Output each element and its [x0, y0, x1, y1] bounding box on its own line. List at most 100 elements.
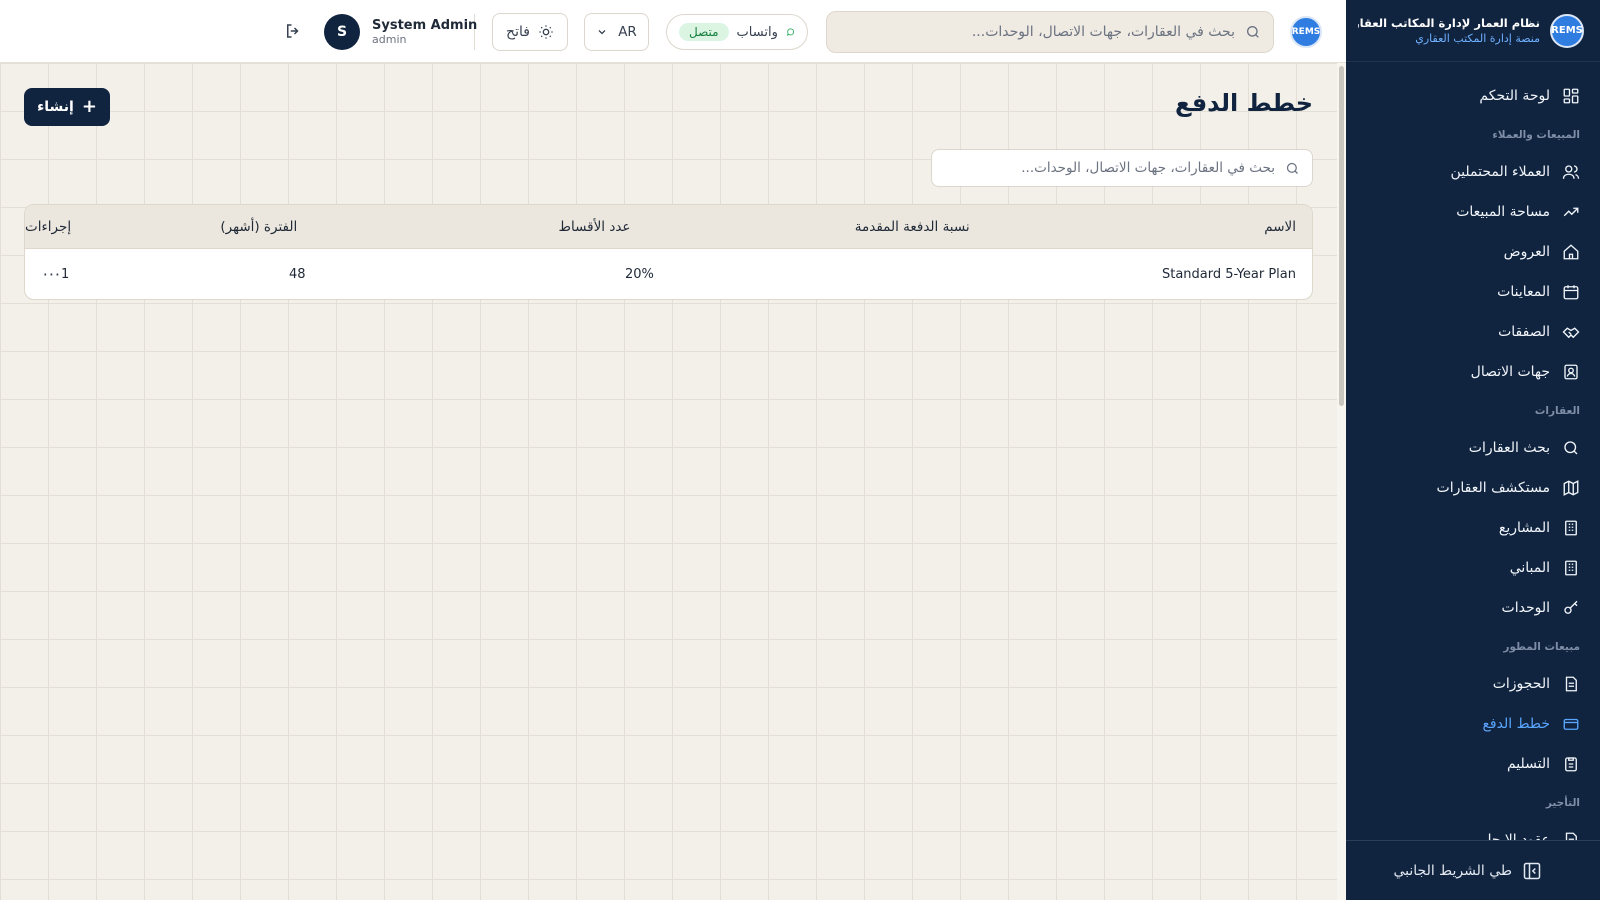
clipboard-icon [1565, 757, 1577, 772]
sidebar-item-reservations[interactable]: الحجوزات [1358, 664, 1580, 704]
sidebar-section-sales: المبيعات والعملاء [1492, 129, 1580, 141]
sidebar-item-viewings[interactable]: المعاينات [1358, 272, 1580, 312]
theme-label: فاتح [506, 24, 530, 40]
search-input[interactable]: بحث في العقارات، جهات الاتصال، الوحدات..… [931, 149, 1313, 187]
collapse-label: طي الشريط الجانبي [1393, 862, 1512, 879]
sidebar-item-label: التسليم [1506, 756, 1550, 772]
cell-down-payment: 20% [625, 267, 654, 282]
brand-logo: REMS [1550, 13, 1584, 48]
status-badge: متصل [679, 23, 729, 41]
sidebar-item-buildings[interactable]: المباني [1358, 548, 1580, 588]
user-name: System Admin [372, 18, 478, 33]
sidebar-item-contacts[interactable]: جهات الاتصال [1358, 352, 1580, 392]
sidebar-item-offers[interactable]: العروض [1358, 232, 1580, 272]
brand-subtitle: منصة إدارة المكتب العقاري [1415, 32, 1540, 45]
sidebar-item-label: بحث العقارات [1468, 440, 1550, 456]
key-icon [1564, 600, 1578, 614]
payment-plans-table: الاسم نسبة الدفعة المقدمة عدد الأقساط ال… [24, 204, 1313, 300]
sidebar-item-deals[interactable]: الصفقات [1358, 312, 1580, 352]
row-actions-menu-button[interactable]: ··· [25, 265, 61, 284]
collapse-icon [1523, 862, 1541, 879]
dashboard-icon [1563, 88, 1579, 104]
map-icon [1563, 480, 1579, 496]
topbar: REMS بحث في العقارات، جهات الاتصال، الوح… [0, 0, 1346, 63]
sidebar-item-dashboard[interactable]: لوحة التحكم [1358, 76, 1580, 116]
users-icon [1562, 165, 1580, 179]
brand-title: نظام العمار لإدارة المكاتب العقارية [1358, 16, 1540, 30]
sidebar-item-label: المشاريع [1498, 520, 1550, 536]
trending-icon [1563, 207, 1579, 217]
handshake-icon [1562, 327, 1580, 339]
avatar: S [324, 14, 360, 50]
collapse-sidebar-button[interactable]: طي الشريط الجانبي [1346, 840, 1600, 900]
sidebar-section-leasing: التأجير [1545, 797, 1580, 809]
column-header-installments[interactable]: عدد الأقساط [297, 219, 630, 235]
create-button[interactable]: + إنشاء [24, 88, 110, 126]
logout-icon[interactable] [284, 22, 302, 40]
sidebar-item-sales-space[interactable]: مساحة المبيعات [1358, 192, 1580, 232]
calendar-icon [1563, 285, 1579, 300]
building-icon [1565, 560, 1577, 576]
sidebar-item-property-explorer[interactable]: مستكشف العقارات [1358, 468, 1580, 508]
topbar-logo[interactable]: REMS [1290, 16, 1322, 48]
language-value: AR [618, 24, 637, 40]
whatsapp-label: واتساب [736, 24, 778, 40]
sidebar-item-label: المعاينات [1497, 284, 1550, 300]
sidebar-item-label: العملاء المحتملين [1450, 164, 1550, 180]
sidebar-item-label: المباني [1509, 560, 1550, 576]
page-title: خطط الدفع [1175, 89, 1313, 117]
building-icon [1565, 520, 1577, 536]
create-label: إنشاء [37, 99, 74, 115]
table-header: الاسم نسبة الدفعة المقدمة عدد الأقساط ال… [25, 205, 1312, 249]
document-icon [1565, 676, 1577, 692]
sidebar-item-projects[interactable]: المشاريع [1358, 508, 1580, 548]
cell-name: Standard 5-Year Plan [1161, 267, 1296, 282]
sidebar-item-label: مساحة المبيعات [1456, 204, 1550, 220]
scrollbar-thumb[interactable] [1339, 66, 1344, 406]
sidebar-item-leases[interactable]: عقود الإيجار [1358, 820, 1580, 842]
sidebar-item-label: جهات الاتصال [1470, 364, 1550, 380]
cell-period: 1 [61, 267, 70, 282]
search-icon [1247, 26, 1259, 38]
sidebar-item-handover[interactable]: التسليم [1358, 744, 1580, 784]
sidebar-nav: لوحة التحكم المبيعات والعملاء العملاء ال… [1346, 76, 1600, 842]
search-placeholder: بحث في العقارات، جهات الاتصال، الوحدات..… [1021, 160, 1275, 176]
column-header-name[interactable]: الاسم [970, 219, 1312, 235]
theme-toggle-button[interactable]: فاتح [492, 13, 568, 51]
table-row[interactable]: Standard 5-Year Plan 20% 48 1 ··· [25, 249, 1312, 299]
search-icon [1286, 162, 1298, 174]
whatsapp-icon [786, 28, 794, 36]
sidebar-item-label: مستكشف العقارات [1436, 480, 1550, 496]
global-search-input[interactable]: بحث في العقارات، جهات الاتصال، الوحدات..… [826, 11, 1274, 53]
language-select[interactable]: AR [584, 13, 649, 51]
sidebar-brand[interactable]: REMS نظام العمار لإدارة المكاتب العقارية… [1346, 0, 1600, 62]
main-content: خطط الدفع + إنشاء بحث في العقارات، جهات … [0, 63, 1337, 900]
sidebar-item-property-search[interactable]: بحث العقارات [1358, 428, 1580, 468]
sidebar-item-units[interactable]: الوحدات [1358, 588, 1580, 628]
chevron-down-icon [598, 30, 606, 35]
sidebar-item-label: خطط الدفع [1482, 716, 1550, 732]
search-icon [1564, 441, 1578, 455]
user-role: admin [372, 33, 407, 46]
home-icon [1563, 244, 1579, 260]
sidebar-item-payment-plans[interactable]: خطط الدفع [1358, 704, 1580, 744]
sidebar-item-leads[interactable]: العملاء المحتملين [1358, 152, 1580, 192]
user-menu[interactable]: S System Admin admin [324, 14, 477, 50]
column-header-actions: إجراءات [24, 218, 72, 235]
cell-installments: 48 [289, 267, 306, 282]
sidebar-item-label: الحجوزات [1492, 676, 1550, 692]
sidebar-section-developer-sales: مبيعات المطور [1503, 641, 1580, 653]
global-search-placeholder: بحث في العقارات، جهات الاتصال، الوحدات..… [971, 24, 1235, 40]
contact-icon [1564, 364, 1578, 380]
card-icon [1563, 718, 1579, 730]
sidebar-item-label: لوحة التحكم [1479, 88, 1550, 104]
column-header-period[interactable]: الفترة (أشهر) [71, 219, 297, 235]
sidebar-item-label: الوحدات [1501, 600, 1550, 616]
whatsapp-status-button[interactable]: واتساب متصل [666, 14, 808, 50]
sidebar: REMS نظام العمار لإدارة المكاتب العقارية… [1346, 0, 1600, 900]
sidebar-item-label: العروض [1503, 244, 1550, 260]
sidebar-item-label: الصفقات [1498, 324, 1550, 340]
sun-icon [539, 25, 553, 39]
column-header-down-payment[interactable]: نسبة الدفعة المقدمة [630, 219, 970, 235]
sidebar-section-properties: العقارات [1534, 405, 1580, 417]
